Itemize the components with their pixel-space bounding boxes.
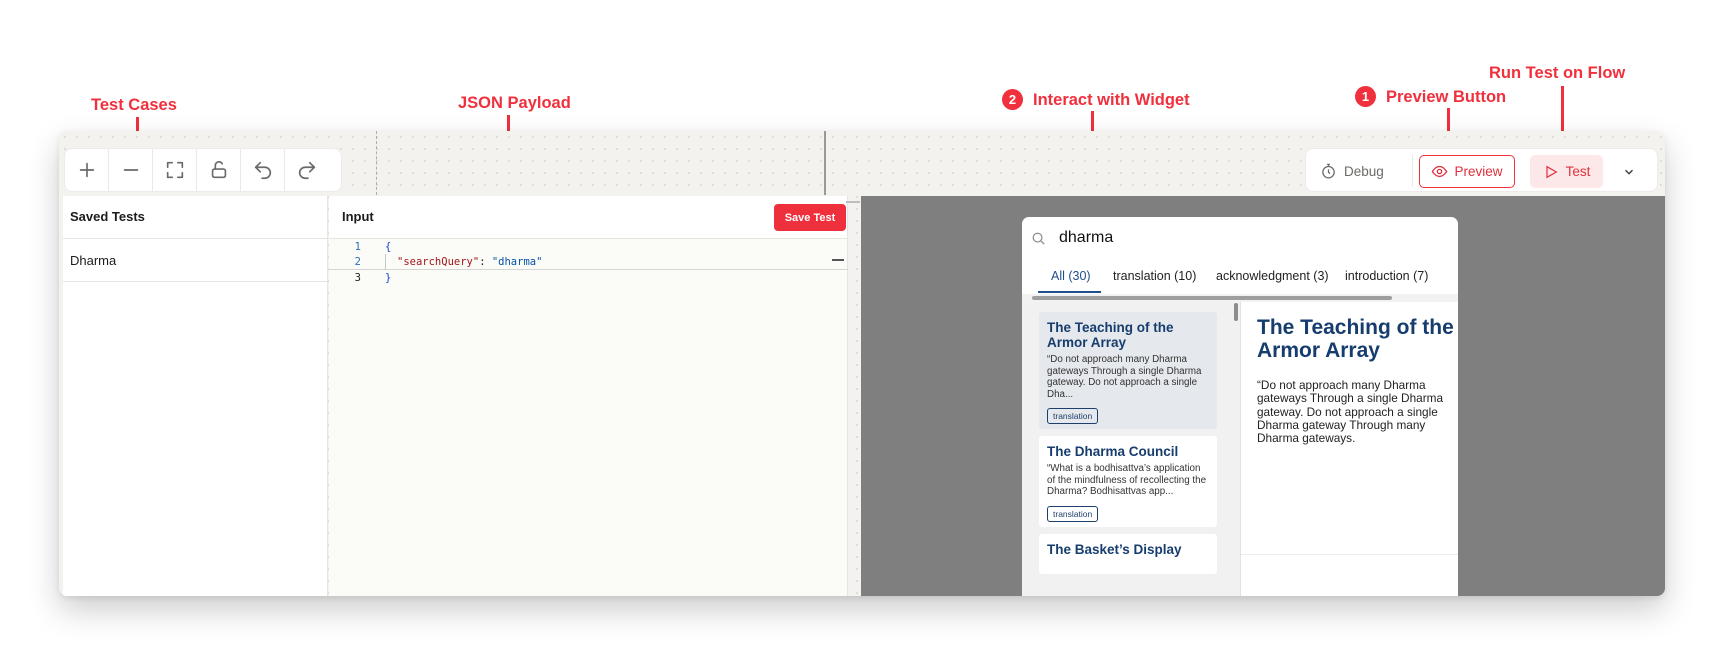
canvas-divider [824,131,826,195]
result-tag: translation [1047,408,1099,424]
input-panel-title: Input [329,196,847,239]
annotation-preview: 1 Preview Button [1355,86,1506,107]
annotation-number: 2 [1002,89,1023,110]
annotation-run-test: Run Test on Flow [1489,64,1626,82]
redo-button[interactable] [285,149,329,191]
lock-button[interactable] [197,149,241,191]
fit-view-button[interactable] [153,149,197,191]
test-button[interactable]: Test [1530,155,1603,188]
widget-preview-area: dharma All (30) translation (10) acknowl… [861,196,1665,596]
search-widget: dharma All (30) translation (10) acknowl… [1022,217,1458,596]
result-snippet: “What is a bodhisattva’s application of … [1047,463,1207,497]
plus-icon [79,162,94,178]
result-detail: The Teaching of the Armor Array “Do not … [1240,302,1458,596]
debug-button[interactable]: Debug [1320,156,1384,186]
flow-actions-bar: Debug Preview Test [1305,148,1658,192]
result-card[interactable]: The Teaching of the Armor Array “Do not … [1039,312,1217,429]
json-value: "dharma" [491,256,543,268]
screenshot-stage: Test Cases JSON Payload 2 Interact with W… [0,0,1724,656]
result-tag: translation [1047,505,1099,522]
list-scrollbar[interactable] [1234,303,1238,321]
resize-handle[interactable] [832,259,844,261]
widget-search-bar[interactable]: dharma [1022,217,1458,259]
saved-tests-title: Saved Tests [63,196,327,239]
code-line: 2 "searchQuery": "dharma" [329,254,848,270]
flow-editor-frame: Debug Preview Test Saved Tests Dharma In… [59,131,1665,596]
active-tab-indicator [1038,291,1101,293]
result-card[interactable]: The Basket’s Display [1039,534,1217,574]
tab-translation[interactable]: translation (10) [1113,269,1196,283]
input-panel: Input Save Test 1 { 2 "searchQuery": "dh… [329,196,848,596]
result-card[interactable]: The Dharma Council “What is a bodhisattv… [1039,436,1217,527]
fullscreen-icon [166,161,183,179]
zoom-in-button[interactable] [65,149,109,191]
play-icon [1546,165,1558,178]
code-line: 3 } [329,270,848,286]
canvas-toolbar [64,148,342,192]
minus-icon [123,169,138,171]
canvas-divider [376,131,377,195]
undo-button[interactable] [241,149,285,191]
chevron-down-icon [1625,169,1633,175]
tab-all[interactable]: All (30) [1051,269,1091,283]
test-label: Test [1565,164,1591,179]
annotation-interact: 2 Interact with Widget [1002,89,1190,110]
result-snippet: “Do not approach many Dharma gateways Th… [1047,354,1202,400]
more-options-button[interactable] [1618,161,1640,183]
toolbar-separator [1412,155,1413,187]
zoom-out-button[interactable] [109,149,153,191]
tab-acknowledgment[interactable]: acknowledgment (3) [1216,269,1329,283]
annotation-preview-label: Preview Button [1386,88,1507,106]
tab-scrollbar[interactable] [1032,296,1392,300]
code-text: { [385,241,392,253]
tab-introduction[interactable]: introduction (7) [1345,269,1428,283]
save-test-button[interactable]: Save Test [774,204,846,231]
result-title: The Basket’s Display [1047,542,1182,557]
result-title: The Teaching of the Armor Array [1047,320,1174,350]
resize-handle[interactable] [846,201,860,203]
code-line: 1 { [329,239,848,255]
search-input[interactable]: dharma [1059,229,1113,247]
line-number: 1 [354,241,361,253]
annotation-test-cases: Test Cases [91,96,177,114]
unlock-icon [211,161,226,179]
json-key: "searchQuery" [397,256,480,268]
search-icon [1032,232,1045,245]
detail-divider [1241,554,1458,555]
code-text: "searchQuery": "dharma" [397,254,542,270]
saved-tests-panel: Saved Tests Dharma [63,196,328,596]
annotation-number: 1 [1355,86,1376,107]
undo-icon [254,161,271,180]
redo-icon [298,161,316,180]
stopwatch-icon [1322,163,1335,179]
annotation-interact-label: Interact with Widget [1033,91,1190,109]
preview-label: Preview [1454,164,1503,179]
detail-text: “Do not approach many Dharma gateways Th… [1257,378,1444,446]
indent-guide [385,254,386,270]
detail-title: The Teaching of the Armor Array [1257,316,1454,362]
annotation-json-payload: JSON Payload [458,94,571,112]
saved-test-item[interactable]: Dharma [63,239,327,282]
preview-button[interactable]: Preview [1419,155,1515,188]
line-number: 2 [354,256,361,268]
result-title: The Dharma Council [1047,444,1179,459]
code-text: } [385,272,392,284]
eye-icon [1432,165,1448,178]
line-number: 3 [354,272,361,284]
debug-label: Debug [1344,163,1384,179]
json-colon: : [479,256,492,268]
result-list: The Teaching of the Armor Array “Do not … [1022,302,1240,596]
